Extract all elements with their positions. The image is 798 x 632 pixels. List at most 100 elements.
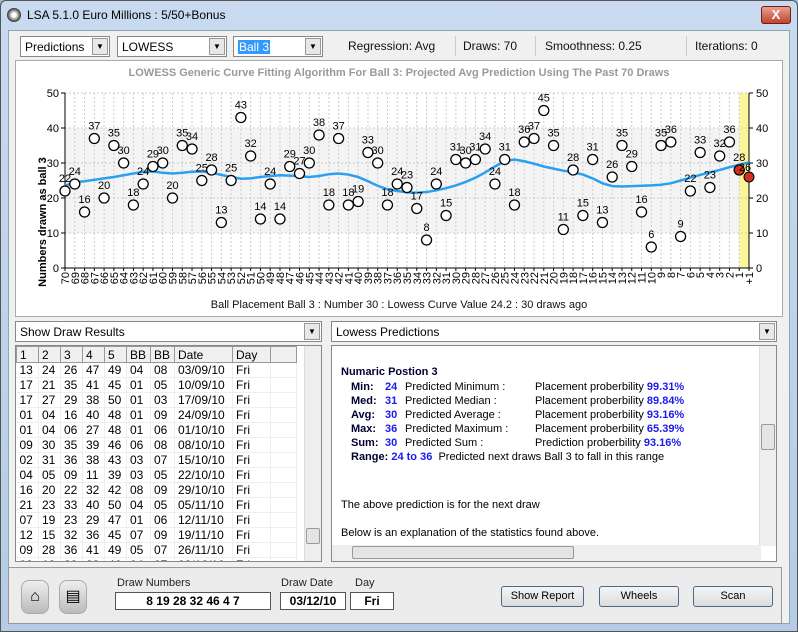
table-scrollbar[interactable]: [304, 346, 321, 561]
column-header[interactable]: 3: [60, 346, 83, 363]
table-cell: 05/11/10: [174, 497, 233, 513]
wheels-button[interactable]: Wheels: [599, 586, 679, 607]
table-cell: 19: [38, 512, 61, 528]
method-select[interactable]: LOWESS ▼: [117, 36, 227, 57]
table-cell: 38: [82, 392, 105, 408]
table-row[interactable]: 01 04 06 27 48 01 06 01/10/10 Fri: [16, 422, 297, 438]
table-row[interactable]: 0819283246040703/12/10Fri: [16, 557, 297, 561]
y-tick-label: 0: [53, 263, 59, 275]
table-cell: 08/10/10: [174, 437, 233, 453]
chevron-down-icon[interactable]: ▼: [305, 38, 321, 55]
draw-results-select[interactable]: Show Draw Results ▼: [15, 321, 322, 342]
scrollbar-thumb[interactable]: [352, 546, 574, 559]
data-label: 15: [577, 198, 589, 210]
data-point: [557, 223, 569, 236]
table-cell: 13: [16, 362, 39, 378]
prediction-line: Avg: 30 Predicted Average : Placement probe…: [341, 408, 684, 422]
report-vscrollbar[interactable]: [759, 346, 776, 546]
stat-key: Avg:: [351, 409, 376, 421]
table-cell-empty: [270, 527, 297, 543]
report-hscrollbar[interactable]: [332, 545, 761, 561]
table-row[interactable]: 16 20 22 32 42 08 09 29/10/10 Fri: [16, 482, 297, 498]
chart-panel: LOWESS Generic Curve Fitting Algorithm F…: [15, 60, 783, 317]
column-header[interactable]: 1: [16, 346, 39, 363]
table-row[interactable]: 12 15 32 36 45 07 09 19/11/10 Fri: [16, 527, 297, 543]
data-label: 17: [411, 191, 423, 203]
table-row[interactable]: 21 23 33 40 50 04 05 05/11/10 Fri: [16, 497, 297, 513]
stat-value: 30: [385, 437, 398, 449]
data-label: 35: [547, 128, 559, 140]
data-label: 15: [440, 198, 452, 210]
table-row[interactable]: 02 31 36 38 43 03 07 15/10/10 Fri: [16, 452, 297, 468]
table-cell: 01: [126, 512, 151, 528]
table-row[interactable]: 13 24 26 47 49 04 08 03/09/10 Fri: [16, 362, 297, 378]
table-row[interactable]: 09 28 36 41 49 05 07 26/11/10 Fri: [16, 542, 297, 558]
table-row[interactable]: 17 27 29 38 50 01 03 17/09/10 Fri: [16, 392, 297, 408]
chevron-down-icon[interactable]: ▼: [304, 323, 320, 340]
stat-desc: Predicted Sum :: [405, 437, 484, 449]
prob-label: Placement proberbility: [535, 381, 644, 393]
mode-value: Predictions: [25, 40, 85, 54]
table-cell: 46: [104, 557, 127, 561]
column-header[interactable]: Date: [174, 346, 233, 363]
data-point: [137, 178, 149, 190]
predictions-select[interactable]: Lowess Predictions ▼: [331, 321, 777, 342]
data-label: 31: [499, 142, 511, 154]
column-header[interactable]: 2: [38, 346, 61, 363]
table-cell: 04: [16, 467, 39, 483]
column-header[interactable]: Day: [232, 346, 271, 363]
table-row[interactable]: 17 21 35 41 45 01 05 10/09/10 Fri: [16, 377, 297, 393]
table-row[interactable]: 09 30 35 39 46 06 08 08/10/10 Fri: [16, 437, 297, 453]
table-cell: 50: [104, 392, 127, 408]
data-point: [157, 157, 169, 169]
regression-label: Regression: Avg: [348, 39, 436, 53]
mode-select[interactable]: Predictions ▼: [20, 36, 110, 57]
column-header[interactable]: 5: [104, 346, 127, 363]
data-point: [411, 202, 423, 215]
home-button[interactable]: ⌂: [21, 580, 49, 614]
scan-button[interactable]: Scan: [693, 586, 773, 607]
data-label: 37: [332, 121, 344, 133]
table-cell: 09: [16, 542, 39, 558]
chevron-down-icon[interactable]: ▼: [759, 323, 775, 340]
show-report-button[interactable]: Show Report: [501, 586, 584, 607]
scrollbar-thumb[interactable]: [306, 528, 320, 544]
table-row[interactable]: 04 05 09 11 39 03 05 22/10/10 Fri: [16, 467, 297, 483]
table-cell: 32: [82, 482, 105, 498]
lowess-chart[interactable]: 0 010 1020 2030 3040 4050 50706968676665646362…: [16, 61, 784, 318]
table-row[interactable]: 01 04 16 40 48 01 09 24/09/10 Fri: [16, 407, 297, 423]
close-button[interactable]: X: [761, 6, 791, 24]
document-button[interactable]: ▤: [59, 580, 87, 614]
data-point: [694, 146, 706, 159]
table-cell: 48: [104, 407, 127, 423]
table-row[interactable]: 07 19 23 29 47 01 06 12/11/10 Fri: [16, 512, 297, 528]
scrollbar-thumb[interactable]: [761, 424, 775, 450]
data-point: [264, 178, 276, 190]
table-cell: 32: [82, 557, 105, 561]
data-point: [674, 230, 687, 243]
chevron-down-icon[interactable]: ▼: [209, 38, 225, 55]
data-point: [665, 136, 677, 148]
column-header[interactable]: 4: [82, 346, 105, 363]
prediction-line: Max: 36 Predicted Maximum : Placement probe…: [341, 422, 684, 436]
data-point: [332, 132, 345, 145]
ball-select[interactable]: Ball 3 ▼: [233, 36, 323, 57]
table-cell: Fri: [232, 467, 271, 483]
table-cell: Fri: [232, 512, 271, 528]
day-label: Day: [355, 577, 375, 589]
column-header[interactable]: BB: [126, 346, 151, 363]
column-header[interactable]: BB: [150, 346, 175, 363]
stat-value: 30: [385, 409, 398, 421]
prob-value: 99.31%: [646, 381, 685, 393]
table-cell: 19/11/10: [174, 527, 233, 543]
chevron-down-icon[interactable]: ▼: [92, 38, 108, 55]
data-point: [567, 164, 579, 176]
table-cell: 16: [16, 482, 39, 498]
stat-value: 31: [385, 395, 398, 407]
table-cell: 03/09/10: [174, 362, 233, 378]
data-point: [381, 199, 394, 211]
stat-key: Med:: [351, 395, 377, 407]
data-point: [127, 199, 140, 211]
stat-desc: Predicted Maximum :: [405, 423, 509, 435]
table-cell: Fri: [232, 557, 271, 561]
